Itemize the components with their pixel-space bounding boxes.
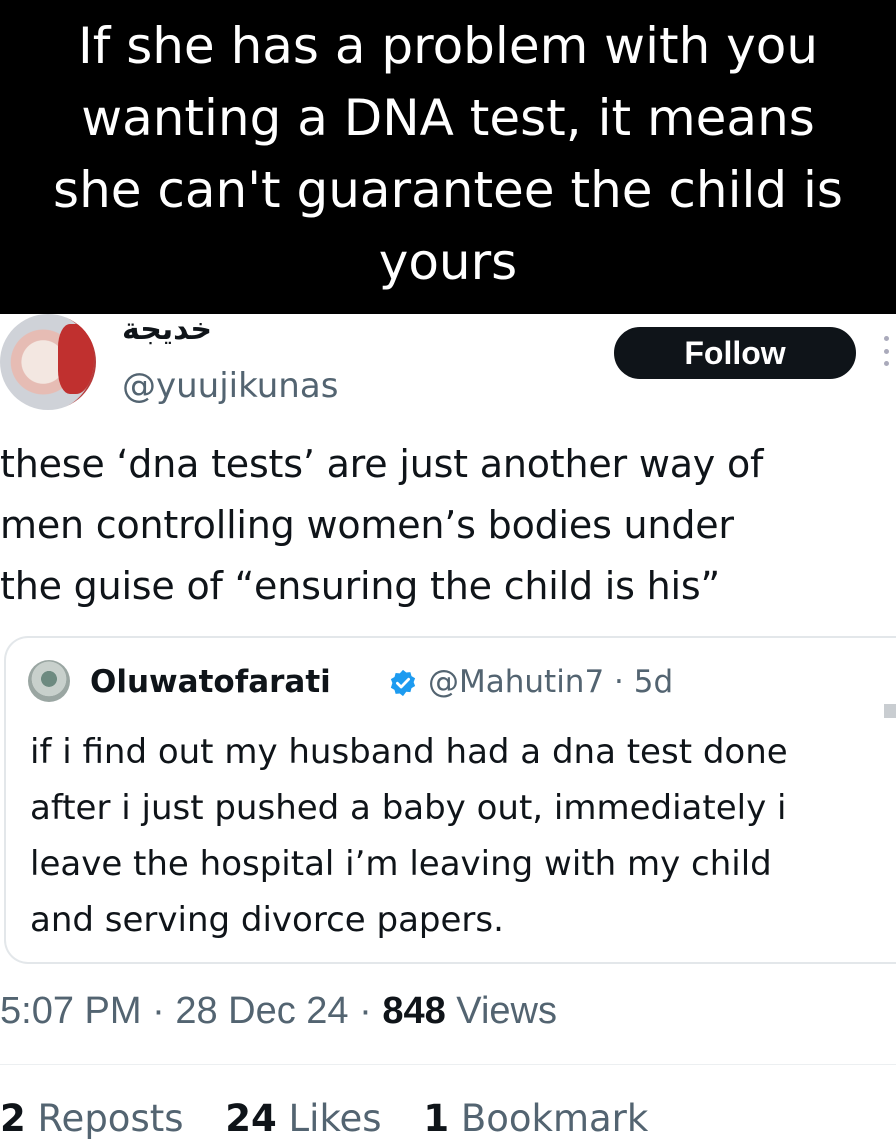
tweet-date[interactable]: 28 Dec 24: [175, 990, 348, 1032]
tweet-text: these ‘dna tests’ are just another way o…: [0, 442, 764, 608]
quoted-author-name[interactable]: Oluwatofarati: [90, 662, 331, 702]
engagement-stats: 2 Reposts 24 Likes 1 Bookmark: [0, 1094, 678, 1144]
quoted-tweet-card[interactable]: Oluwatofarati @Mahutin7 · 5d if i find o…: [4, 636, 896, 964]
divider: [0, 1064, 896, 1065]
verified-badge-icon: [390, 669, 416, 697]
quoted-tweet-text: if i find out my husband had a dna test …: [30, 732, 788, 940]
follow-button[interactable]: Follow: [614, 327, 856, 379]
author-display-name[interactable]: خديجة: [122, 312, 212, 348]
avatar[interactable]: [0, 314, 96, 410]
more-options-icon[interactable]: [884, 336, 890, 366]
quoted-avatar[interactable]: [28, 660, 70, 702]
quoted-handle-time[interactable]: @Mahutin7 · 5d: [428, 662, 673, 702]
tweet-time[interactable]: 5:07 PM: [0, 990, 142, 1032]
scrollbar-thumb[interactable]: [884, 704, 896, 718]
meme-caption-text: If she has a problem with you wanting a …: [53, 17, 843, 291]
views-count: 848: [382, 990, 446, 1032]
meme-caption-banner: If she has a problem with you wanting a …: [0, 0, 896, 314]
views-label: Views: [456, 990, 557, 1032]
tweet-metadata: 5:07 PM · 28 Dec 24 · 848 Views: [0, 990, 557, 1032]
author-handle[interactable]: @yuujikunas: [122, 364, 338, 408]
